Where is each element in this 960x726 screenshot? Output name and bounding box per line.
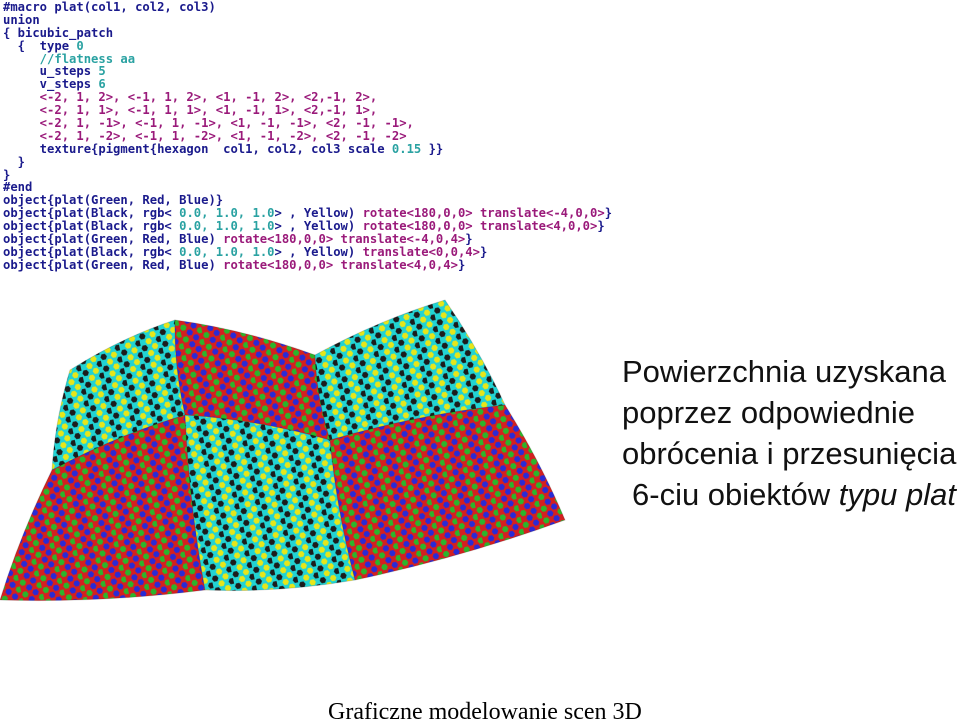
- code-token: texture{pigment{hexagon col1, col2, col3…: [3, 141, 392, 156]
- code-token: object{plat(Green, Red, Blue): [3, 257, 224, 272]
- code-line: object{plat(Green, Red, Blue) rotate<180…: [3, 257, 612, 272]
- code-token: v_steps: [3, 77, 99, 92]
- code-token: 0.0, 1.0, 1.0: [179, 206, 275, 221]
- code-line: { bicubic_patch: [3, 25, 612, 40]
- code-token: rotate<180,0,0> translate<4,0,4>: [223, 257, 458, 272]
- code-token: > , Yellow): [274, 244, 363, 259]
- caption-line-4: 6-ciu obiektów typu plat: [622, 474, 958, 515]
- code-token: u_steps: [3, 64, 99, 79]
- code-token: 6: [98, 77, 106, 92]
- code-token: 0.15: [391, 141, 422, 156]
- code-token: union: [3, 12, 40, 27]
- pov-ray-code-listing: #macro plat(col1, col2, col3) union{ bicu…: [3, 1, 612, 272]
- code-token: 0.0, 1.0, 1.0: [179, 244, 275, 259]
- code-token: }: [465, 232, 473, 247]
- code-token: translate<0,0,4>: [362, 244, 480, 259]
- caption-line-1: Powierzchnia uzyskana: [622, 354, 946, 389]
- code-line: texture{pigment{hexagon col1, col2, col3…: [3, 141, 612, 156]
- caption-line-4-prefix: 6-ciu obiektów: [632, 477, 839, 512]
- code-token: }: [3, 167, 11, 182]
- code-token: 5: [98, 64, 106, 79]
- code-token: { type: [3, 38, 77, 53]
- code-token: rotate<180,0,0> translate<4,0,0>: [362, 219, 598, 234]
- code-token: <-2, 1, 1>, <-1, 1, 1>, <1, -1, 1>, <2,-…: [3, 103, 378, 118]
- code-token: object{plat(Black, rgb<: [3, 219, 180, 234]
- code-token: object{plat(Black, rgb<: [3, 244, 180, 259]
- code-token: object{plat(Black, rgb<: [3, 206, 180, 221]
- code-token: }: [597, 219, 605, 234]
- code-token: rotate<180,0,0> translate<-4,0,4>: [223, 232, 466, 247]
- code-token: object{plat(Green, Red, Blue)}: [3, 193, 224, 208]
- code-token: }: [604, 206, 613, 221]
- code-token: > , Yellow): [274, 219, 363, 234]
- surface-patch: [329, 404, 566, 581]
- code-token: <-2, 1, -1>, <-1, 1, -1>, <1, -1, -1>, <…: [3, 116, 414, 131]
- rendered-surface: [0, 299, 566, 602]
- slide-caption: Powierzchnia uzyskana poprzez odpowiedni…: [622, 351, 958, 515]
- code-token: }: [3, 154, 26, 169]
- code-token: <-2, 1, 2>, <-1, 1, 2>, <1, -1, 2>, <2,-…: [3, 90, 378, 105]
- code-token: 0.0, 1.0, 1.0: [179, 219, 275, 234]
- caption-line-4-emphasis: typu plat: [838, 477, 956, 512]
- code-token: }: [457, 257, 466, 272]
- code-token: <-2, 1, -2>, <-1, 1, -2>, <1, -1, -2>, <…: [3, 128, 407, 143]
- code-line: }: [3, 154, 612, 169]
- surface-patch: [184, 414, 356, 592]
- code-line: #macro plat(col1, col2, col3): [3, 1, 612, 14]
- code-token: }: [479, 244, 488, 259]
- code-token: #end: [3, 180, 33, 195]
- code-token: //flatness aa: [3, 51, 136, 66]
- code-token: 0: [76, 38, 84, 53]
- slide-footer: Graficzne modelowanie scen 3D: [328, 699, 642, 725]
- code-token: rotate<180,0,0> translate<-4,0,0>: [362, 206, 605, 221]
- code-token: #macro plat(col1, col2, col3): [3, 0, 216, 14]
- code-token: > , Yellow): [274, 206, 363, 221]
- caption-line-2: poprzez odpowiednie: [622, 395, 915, 430]
- code-token: object{plat(Green, Red, Blue): [3, 232, 224, 247]
- code-token: }}: [421, 141, 444, 156]
- caption-line-3: obrócenia i przesunięcia: [622, 436, 957, 471]
- code-token: { bicubic_patch: [3, 25, 114, 40]
- code-line: }: [3, 167, 612, 182]
